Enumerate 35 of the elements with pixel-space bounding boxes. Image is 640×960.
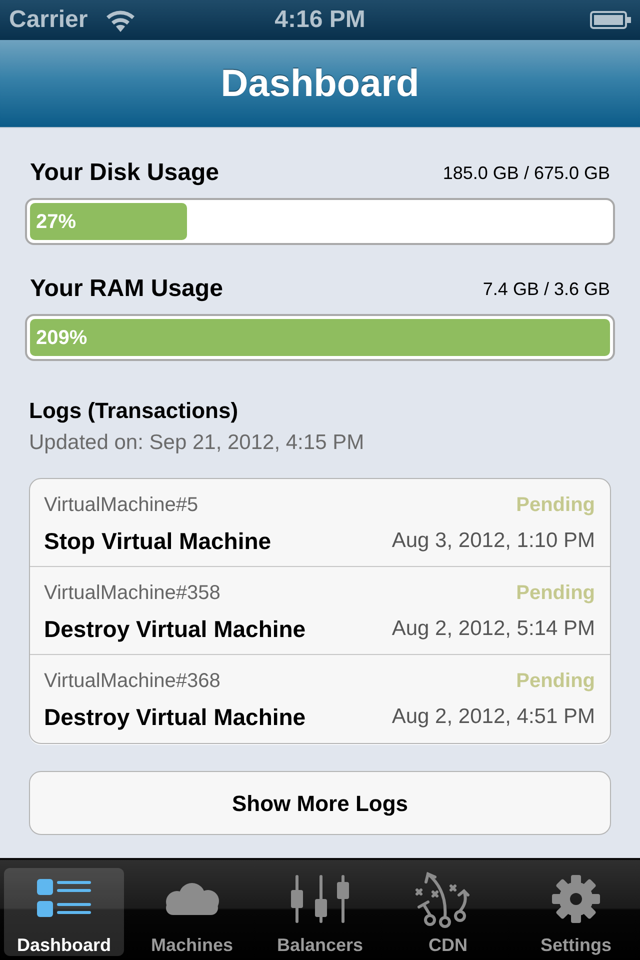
show-more-button[interactable]: Show More Logs <box>29 771 611 835</box>
log-date: Aug 2, 2012, 4:51 PM <box>392 704 595 730</box>
log-date: Aug 3, 2012, 1:10 PM <box>392 528 595 554</box>
machine-name: VirtualMachine#368 <box>44 669 220 694</box>
status-label: Pending <box>516 493 595 518</box>
time-label: 4:16 PM <box>274 6 366 34</box>
wifi-icon <box>104 8 136 32</box>
percent-label: 209% <box>35 326 88 350</box>
tab[interactable]: CDN <box>388 868 508 956</box>
logs-title: Logs (Transactions) <box>29 397 240 425</box>
status-label: Pending <box>516 669 595 694</box>
machine-name: VirtualMachine#5 <box>44 493 198 518</box>
tab[interactable]: Settings <box>516 868 636 956</box>
machine-name: VirtualMachine#358 <box>44 581 220 606</box>
carrier-label: Carrier <box>9 6 88 34</box>
sliders-icon <box>289 875 351 923</box>
tab[interactable]: Balancers <box>260 868 380 956</box>
percent-label: 27% <box>35 210 76 234</box>
cloud-icon <box>164 883 220 915</box>
usage-title: Your RAM Usage <box>30 275 223 303</box>
settings-icon <box>552 875 600 923</box>
usage-title: Your Disk Usage <box>30 159 219 187</box>
tab[interactable]: Machines <box>132 868 252 956</box>
updated-label: Updated on: Sep 21, 2012, 4:15 PM <box>29 430 366 456</box>
log-date: Aug 2, 2012, 5:14 PM <box>392 616 595 642</box>
action-title: Stop Virtual Machine <box>44 527 272 555</box>
action-title: Destroy Virtual Machine <box>44 615 306 643</box>
action-title: Destroy Virtual Machine <box>44 703 306 731</box>
status-label: Pending <box>516 581 595 606</box>
battery-icon <box>590 11 631 29</box>
list-icon <box>37 879 91 919</box>
usage-amount: 7.4 GB / 3.6 GB <box>482 278 610 301</box>
tab[interactable]: Dashboard <box>4 868 124 956</box>
nav-title: Dashboard <box>220 62 420 106</box>
usage-amount: 185.0 GB / 675.0 GB <box>442 162 610 185</box>
